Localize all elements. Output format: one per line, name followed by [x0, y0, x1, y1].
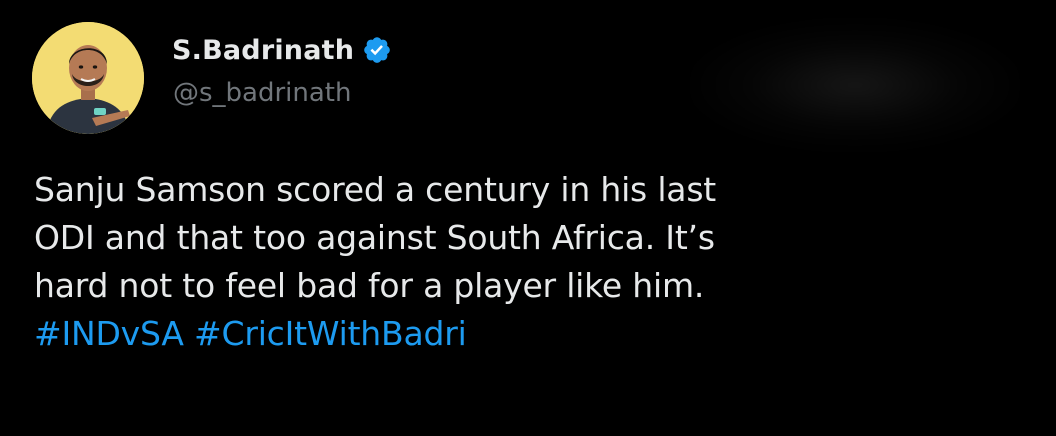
tweet-text: Sanju Samson scored a century in his las… [34, 166, 1034, 358]
verified-badge-icon[interactable] [362, 35, 392, 65]
hashtag-link[interactable]: #CricItWithBadri [194, 314, 467, 353]
hashtag-link[interactable]: #INDvSA [34, 314, 184, 353]
author-handle[interactable]: @s_badrinath [173, 78, 351, 108]
avatar[interactable] [32, 22, 144, 134]
author-display-name[interactable]: S.Badrinath [172, 35, 354, 66]
hashtag-row: #INDvSA #CricItWithBadri [34, 310, 1034, 358]
background-blur [690, 20, 1020, 150]
author-name-row: S.Badrinath [172, 30, 392, 70]
tweet-card: S.Badrinath @s_badrinath Sanju Samson sc… [0, 0, 1056, 436]
tweet-text-line: ODI and that too against South Africa. I… [34, 218, 715, 257]
tweet-text-line: hard not to feel bad for a player like h… [34, 266, 705, 305]
avatar-image [32, 22, 144, 134]
tweet-text-line: Sanju Samson scored a century in his las… [34, 170, 717, 209]
